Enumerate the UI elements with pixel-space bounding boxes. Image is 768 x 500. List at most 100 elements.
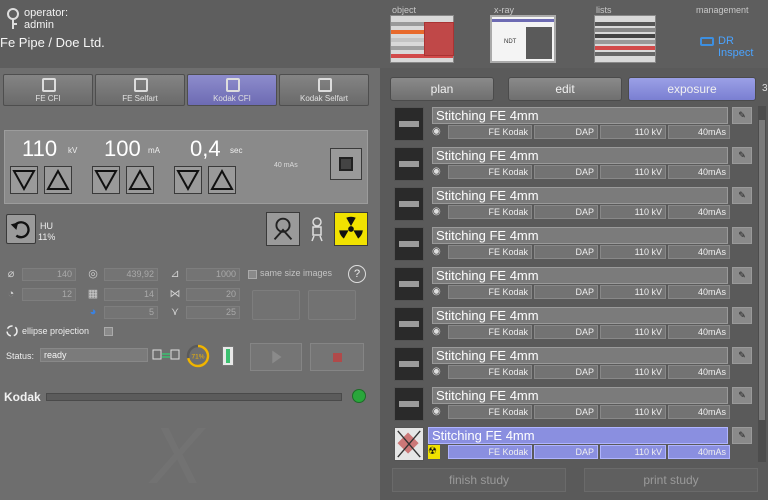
kv-value: 110 bbox=[22, 136, 58, 161]
edit-pencil-icon[interactable]: ✎ bbox=[732, 307, 752, 324]
stop-button[interactable] bbox=[310, 343, 364, 371]
list-scrollbar-thumb[interactable] bbox=[759, 120, 765, 420]
width-field[interactable]: 20 bbox=[186, 288, 240, 301]
exposure-thumbnail bbox=[394, 267, 424, 301]
exposure-mas: 40mAs bbox=[668, 205, 730, 219]
section-management-label: management bbox=[696, 5, 749, 15]
edit-pencil-icon[interactable]: ✎ bbox=[732, 427, 752, 444]
exposure-thumbnail bbox=[394, 387, 424, 421]
kv-increase-button[interactable] bbox=[44, 166, 72, 194]
eye-icon[interactable]: ◉ bbox=[432, 165, 447, 179]
finish-study-button[interactable]: finish study bbox=[392, 468, 566, 492]
edit-pencil-icon[interactable]: ✎ bbox=[732, 347, 752, 364]
rotate-x-button[interactable] bbox=[252, 290, 300, 320]
tab-exposure[interactable]: exposure bbox=[628, 77, 756, 101]
status-label: Status: bbox=[6, 351, 35, 361]
list-item[interactable]: Stitching FE 4mm ◉ FE Kodak DAP 110 kV 4… bbox=[392, 266, 756, 304]
eye-icon[interactable]: ◉ bbox=[432, 245, 447, 259]
device-tab-label: Kodak Selfart bbox=[299, 94, 349, 103]
device-tab-kodak-selfart[interactable]: Kodak Selfart bbox=[279, 74, 369, 106]
device-tab-label: FE CFI bbox=[35, 94, 61, 103]
edit-pencil-icon[interactable]: ✎ bbox=[732, 107, 752, 124]
undo-icon bbox=[10, 221, 30, 239]
radiation-button[interactable] bbox=[334, 212, 368, 246]
exposure-thumbnail bbox=[394, 427, 424, 461]
height-field[interactable]: 25 bbox=[186, 306, 240, 319]
exposure-device: FE Kodak bbox=[448, 445, 532, 459]
key-icon bbox=[7, 8, 19, 29]
ellipse-checkbox[interactable] bbox=[104, 327, 113, 336]
device-icon bbox=[134, 78, 148, 92]
list-item[interactable]: Stitching FE 4mm ◉ FE Kodak DAP 110 kV 4… bbox=[392, 106, 756, 144]
kv-decrease-button[interactable] bbox=[10, 166, 38, 194]
exposure-thumbnail bbox=[394, 107, 424, 141]
rotation-icon: ◎ bbox=[88, 268, 98, 280]
device-tab-fe-cfi[interactable]: FE CFI bbox=[3, 74, 93, 106]
tube-setup-button[interactable] bbox=[266, 212, 300, 246]
eye-icon[interactable]: ◉ bbox=[432, 325, 447, 339]
exposure-kv: 110 kV bbox=[600, 245, 666, 259]
exposure-device: FE Kodak bbox=[448, 405, 532, 419]
rotate-360-button[interactable] bbox=[308, 290, 356, 320]
same-size-checkbox[interactable] bbox=[248, 270, 257, 279]
tab-edit[interactable]: edit bbox=[508, 77, 622, 101]
sec-decrease-button[interactable] bbox=[174, 166, 202, 194]
exposure-device: FE Kodak bbox=[448, 165, 532, 179]
ma-increase-button[interactable] bbox=[126, 166, 154, 194]
device-tab-kodak-cfi[interactable]: Kodak CFI bbox=[187, 74, 277, 106]
sec-increase-button[interactable] bbox=[208, 166, 236, 194]
eye-icon[interactable]: ◉ bbox=[432, 205, 447, 219]
exposure-device: FE Kodak bbox=[448, 125, 532, 139]
edit-pencil-icon[interactable]: ✎ bbox=[732, 227, 752, 244]
angle-field[interactable]: 12 bbox=[22, 288, 76, 301]
status-field: ready bbox=[40, 348, 148, 362]
play-button[interactable] bbox=[250, 343, 302, 371]
mas-readout: 40 mAs bbox=[274, 162, 298, 169]
list-item[interactable]: Stitching FE 4mm ◉ FE Kodak DAP 110 kV 4… bbox=[392, 346, 756, 384]
device-status-led bbox=[352, 389, 366, 403]
edit-pencil-icon[interactable]: ✎ bbox=[732, 387, 752, 404]
exposure-thumbnail bbox=[394, 227, 424, 261]
edit-pencil-icon[interactable]: ✎ bbox=[732, 147, 752, 164]
print-study-button[interactable]: print study bbox=[584, 468, 758, 492]
tab-plan[interactable]: plan bbox=[390, 77, 494, 101]
exposure-device: FE Kodak bbox=[448, 285, 532, 299]
device-tab-label: Kodak CFI bbox=[213, 94, 251, 103]
list-item[interactable]: Stitching FE 4mm ◉ FE Kodak DAP 110 kV 4… bbox=[392, 226, 756, 264]
xray-thumbnail[interactable]: NDT bbox=[490, 15, 556, 63]
rotation-field[interactable]: 439,92 bbox=[104, 268, 158, 281]
same-size-label: same size images bbox=[260, 268, 333, 278]
device-tab-fe-selfart[interactable]: FE Selfart bbox=[95, 74, 185, 106]
list-item[interactable]: Stitching FE 4mm ◉ FE Kodak DAP 110 kV 4… bbox=[392, 146, 756, 184]
stop-exposure-button[interactable] bbox=[330, 148, 362, 180]
exposure-mas: 40mAs bbox=[668, 405, 730, 419]
exposure-kv: 110 kV bbox=[600, 285, 666, 299]
edit-pencil-icon[interactable]: ✎ bbox=[732, 187, 752, 204]
ma-decrease-button[interactable] bbox=[92, 166, 120, 194]
exposure-thumbnail bbox=[394, 187, 424, 221]
exposure-title: Stitching FE 4mm bbox=[432, 267, 728, 284]
edit-pencil-icon[interactable]: ✎ bbox=[732, 267, 752, 284]
list-item[interactable]: Stitching FE 4mm ◉ FE Kodak DAP 110 kV 4… bbox=[392, 386, 756, 424]
undo-button[interactable] bbox=[6, 214, 36, 244]
distance-field[interactable]: 1000 bbox=[186, 268, 240, 281]
eye-icon[interactable]: ◉ bbox=[432, 125, 447, 139]
list-item[interactable]: Stitching FE 4mm ◉ FE Kodak DAP 110 kV 4… bbox=[392, 306, 756, 344]
eye-icon[interactable]: ◉ bbox=[432, 285, 447, 299]
help-icon[interactable]: ? bbox=[348, 265, 366, 283]
frames-field[interactable]: 14 bbox=[104, 288, 158, 301]
eye-icon[interactable]: ◉ bbox=[432, 405, 447, 419]
lists-thumbnail[interactable] bbox=[594, 15, 656, 63]
exposure-kv: 110 kV bbox=[600, 405, 666, 419]
diameter-field[interactable]: 140 bbox=[22, 268, 76, 281]
kv-unit: kV bbox=[68, 146, 78, 155]
exposure-title: Stitching FE 4mm bbox=[432, 387, 728, 404]
ellipse-icon bbox=[6, 325, 18, 337]
ellipse-label: ellipse projection bbox=[22, 326, 90, 336]
section-xray-label: x-ray bbox=[494, 5, 514, 15]
list-item-selected[interactable]: Stitching FE 4mm ☢ FE Kodak DAP 110 kV 4… bbox=[392, 426, 756, 462]
list-item[interactable]: Stitching FE 4mm ◉ FE Kodak DAP 110 kV 4… bbox=[392, 186, 756, 224]
exposure-mas: 40mAs bbox=[668, 165, 730, 179]
eye-icon[interactable]: ◉ bbox=[432, 365, 447, 379]
segment-field[interactable]: 5 bbox=[104, 306, 158, 319]
